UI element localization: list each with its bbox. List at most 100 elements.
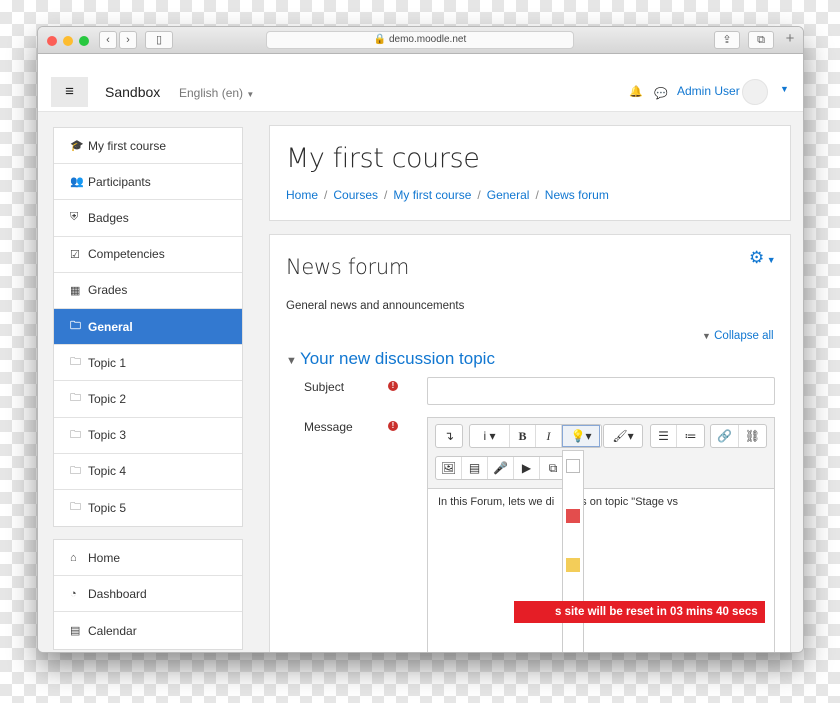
- sidebar-toggle-icon[interactable]: ▯: [145, 31, 173, 49]
- messages-icon[interactable]: 💬: [654, 87, 668, 100]
- sidebar-item-topic-4[interactable]: 🗀 Topic 4: [54, 454, 242, 490]
- browser-window: ‹ › ▯ 🔒 demo.moodle.net ⇪ ⧉ + ≡ Sandbox …: [38, 27, 803, 652]
- toolbar-group: 🖌▾: [603, 424, 643, 448]
- toolbar-group: 🖼 ▤ 🎤 ▶ ⧉: [435, 456, 567, 480]
- sidebar-item-badges[interactable]: ⛨ Badges: [54, 200, 242, 237]
- message-label: Message: [304, 420, 353, 434]
- breadcrumb-item[interactable]: News forum: [545, 188, 609, 202]
- menu-toggle-button[interactable]: ≡: [51, 77, 88, 107]
- microphone-icon[interactable]: 🎤: [488, 457, 514, 479]
- sidebar-item-home[interactable]: ⌂ Home: [54, 540, 242, 577]
- zoom-window-button[interactable]: [79, 36, 89, 46]
- bold-icon[interactable]: B: [510, 425, 536, 447]
- toolbar-group: 🔗 ⛓: [710, 424, 767, 448]
- sidebar-item-topic-5[interactable]: 🗀 Topic 5: [54, 490, 242, 526]
- user-menu-caret-icon[interactable]: ▼: [780, 84, 789, 94]
- sidebar-item-label: Topic 2: [88, 391, 127, 406]
- chevron-down-icon: ▼: [246, 90, 255, 99]
- toolbar-group: i ▾ B I 💡▾: [469, 424, 602, 448]
- user-name[interactable]: Admin User: [677, 84, 740, 98]
- folder-icon: 🗀: [70, 464, 81, 477]
- sidebar-item-participants[interactable]: 👥 Participants: [54, 164, 242, 201]
- share-icon[interactable]: ⇪: [714, 31, 740, 49]
- sidebar-item-topic-3[interactable]: 🗀 Topic 3: [54, 418, 242, 454]
- sidebar-item-label: Badges: [88, 210, 129, 225]
- check-square-icon: ☑: [70, 248, 80, 261]
- moodle-page: ≡ Sandbox English (en) ▼ 🔔 💬 Admin User …: [38, 54, 803, 652]
- sidebar-item-label: Topic 1: [88, 355, 127, 370]
- bullet-list-icon[interactable]: ☰: [651, 425, 677, 447]
- bell-icon[interactable]: 🔔: [629, 85, 643, 98]
- breadcrumb-item[interactable]: General: [487, 188, 530, 202]
- breadcrumb-separator: /: [477, 188, 481, 202]
- required-icon: !: [388, 381, 398, 391]
- reset-warning-banner: s site will be reset in 03 mins 40 secs: [514, 601, 765, 623]
- browser-toolbar: ‹ › ▯ 🔒 demo.moodle.net ⇪ ⧉ +: [38, 27, 803, 54]
- highlight-color-icon[interactable]: 💡▾: [562, 425, 600, 447]
- sidebar-item-dashboard[interactable]: ◔ Dashboard: [54, 576, 242, 613]
- section-header[interactable]: ▼ Your new discussion topic: [286, 349, 495, 369]
- sidebar-item-topic-1[interactable]: 🗀 Topic 1: [54, 345, 242, 382]
- sidebar-item-label: Calendar: [88, 623, 137, 638]
- toolbar-group: ↴: [435, 424, 463, 448]
- caret-down-icon: ▼: [286, 355, 300, 367]
- paragraph-style-icon[interactable]: i ▾: [470, 425, 510, 447]
- message-text: In this Forum, lets we di: [438, 496, 555, 508]
- chevron-down-icon: ▼: [764, 255, 776, 265]
- folder-icon: 🗀: [70, 501, 81, 514]
- sidebar-item-my-first-course[interactable]: 🎓 My first course: [54, 128, 242, 165]
- collapse-all-link[interactable]: ▼ Collapse all: [702, 330, 774, 342]
- media-icon[interactable]: ▤: [462, 457, 488, 479]
- forum-intro: General news and announcements: [286, 300, 465, 312]
- breadcrumb-item[interactable]: Home: [286, 188, 318, 202]
- color-swatch[interactable]: [566, 509, 580, 523]
- forward-icon[interactable]: ›: [119, 31, 137, 49]
- breadcrumb: Home / Courses / My first course / General / New…: [286, 188, 609, 202]
- color-swatch[interactable]: [566, 558, 580, 572]
- page-title: My first course: [286, 143, 480, 174]
- avatar[interactable]: [742, 79, 768, 105]
- toolbar-toggle-icon[interactable]: ↴: [436, 425, 462, 447]
- back-icon[interactable]: ‹: [99, 31, 117, 49]
- language-label: English (en): [179, 86, 244, 100]
- link-icon[interactable]: 🔗: [711, 425, 739, 447]
- section-title: Your new discussion topic: [299, 349, 495, 368]
- course-navigation: 🎓 My first course 👥 Participants ⛨ Badges ☑ Com…: [53, 127, 243, 528]
- sidebar-item-general[interactable]: 🗀 General: [54, 308, 242, 346]
- sidebar-item-label: Competencies: [88, 247, 165, 262]
- site-name[interactable]: Sandbox: [105, 84, 160, 100]
- italic-icon[interactable]: I: [536, 425, 562, 447]
- minimize-window-button[interactable]: [63, 36, 73, 46]
- close-window-button[interactable]: [47, 36, 57, 46]
- color-swatch[interactable]: [566, 459, 580, 473]
- sidebar-item-label: Topic 5: [88, 500, 127, 515]
- unlink-icon[interactable]: ⛓: [739, 425, 766, 447]
- sidebar-item-label: Topic 4: [88, 464, 127, 479]
- numbered-list-icon[interactable]: ≔: [677, 425, 704, 447]
- collapse-all-label: Collapse all: [714, 330, 774, 342]
- sidebar-item-competencies[interactable]: ☑ Competencies: [54, 237, 242, 273]
- sidebar-item-topic-2[interactable]: 🗀 Topic 2: [54, 381, 242, 418]
- folder-icon: 🗀: [70, 392, 81, 405]
- language-menu[interactable]: English (en) ▼: [179, 86, 254, 100]
- shield-icon: ⛨: [70, 211, 79, 224]
- calendar-icon: ▤: [70, 625, 81, 638]
- sidebar-item-label: General: [88, 319, 133, 334]
- video-icon[interactable]: ▶: [514, 457, 540, 479]
- site-navigation: ⌂ Home ◔ Dashboard ▤ Calendar: [53, 539, 243, 650]
- new-tab-icon[interactable]: +: [781, 31, 799, 49]
- folder-icon: 🗀: [70, 356, 81, 369]
- breadcrumb-item[interactable]: Courses: [333, 188, 378, 202]
- subject-input[interactable]: [427, 377, 775, 405]
- subject-label: Subject: [304, 380, 345, 394]
- sidebar-item-calendar[interactable]: ▤ Calendar: [54, 612, 242, 648]
- message-textarea[interactable]: In this Forum, lets we di s on topic "Sta…: [428, 488, 774, 652]
- brush-icon[interactable]: 🖌▾: [604, 425, 642, 447]
- breadcrumb-item[interactable]: My first course: [393, 188, 471, 202]
- image-icon[interactable]: 🖼: [436, 457, 462, 479]
- sidebar-item-grades[interactable]: ▦ Grades: [54, 273, 242, 309]
- tabs-icon[interactable]: ⧉: [748, 31, 774, 49]
- address-bar[interactable]: 🔒 demo.moodle.net: [266, 31, 574, 49]
- users-icon: 👥: [70, 176, 84, 189]
- gear-icon[interactable]: ⚙ ▼: [749, 248, 776, 268]
